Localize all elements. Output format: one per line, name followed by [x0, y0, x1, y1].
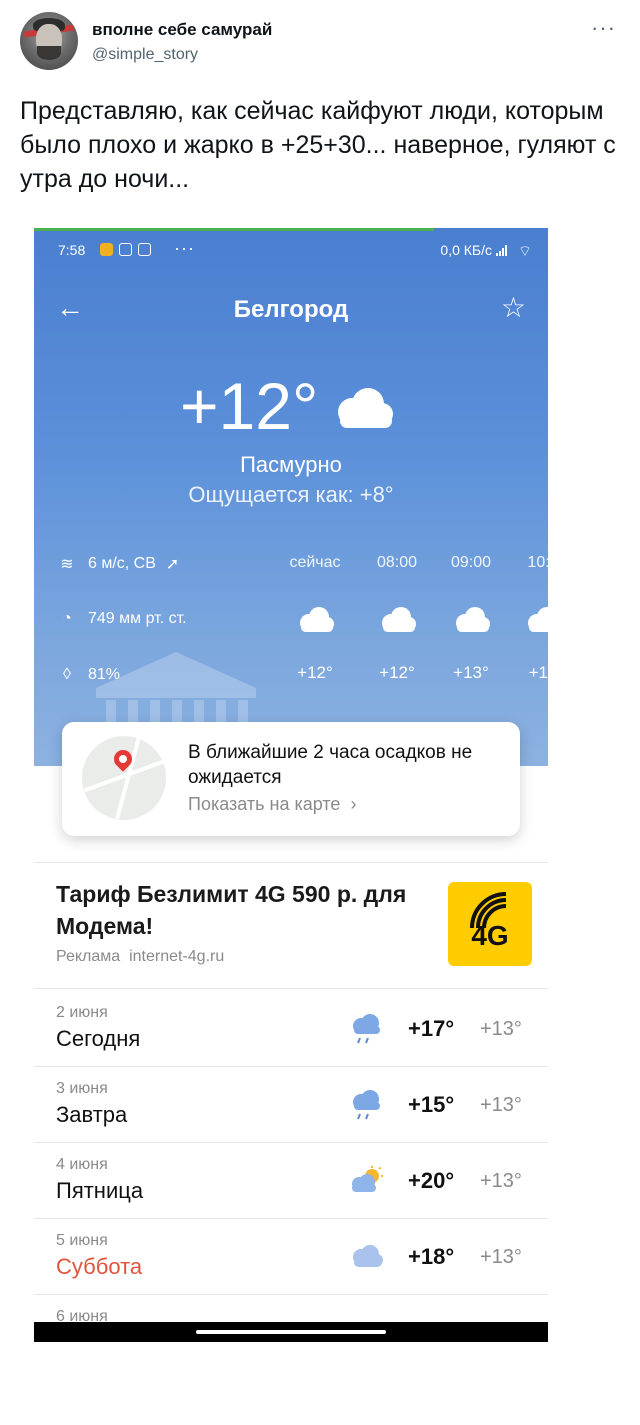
sun-cloud-icon — [352, 1166, 383, 1192]
forecast-date: 5 июня — [56, 1232, 108, 1249]
show-on-map-link[interactable]: Показать на карте › — [188, 794, 356, 815]
pressure-stat: ◔ 749 мм рт. ст. — [56, 610, 187, 628]
forecast-max: +15° — [408, 1092, 455, 1117]
feels-like: Ощущается как: +8° — [188, 482, 394, 507]
forecast-row[interactable]: 3 июня Завтра +15° +13° — [34, 1066, 548, 1142]
favorite-star-icon[interactable]: ☆ — [501, 292, 526, 324]
precipitation-text: В ближайшие 2 часа осадков не ожидается — [188, 742, 473, 788]
cloud-icon — [338, 388, 393, 428]
wifi-icon: ⌔ — [517, 243, 532, 260]
forecast-max: +17° — [408, 1016, 455, 1041]
hour-temp: +14 — [528, 663, 548, 682]
forecast-date: 2 июня — [56, 1004, 108, 1021]
cloud-icon — [382, 607, 416, 632]
precipitation-card[interactable]: В ближайшие 2 часа осадков не ожидается … — [62, 722, 520, 836]
home-indicator[interactable] — [196, 1330, 386, 1334]
rain-cloud-icon — [353, 1014, 380, 1044]
forecast-min: +13° — [480, 1018, 522, 1040]
forecast-day: Пятница — [56, 1178, 144, 1203]
forecast-day: Сегодня — [56, 1026, 141, 1051]
wind-stat: ≋ 6 м/с, СВ ➚ — [56, 554, 179, 574]
wind-direction-icon: ➚ — [165, 556, 180, 573]
more-notifications-icon: ··· — [174, 238, 195, 258]
forecast-min: +13° — [480, 1170, 522, 1192]
notification-icon — [138, 243, 151, 256]
forecast-min: +13° — [480, 1246, 522, 1268]
app-bar: ← Белгород ☆ — [34, 290, 548, 332]
weather-condition: Пасмурно — [240, 452, 342, 477]
ad-domain: internet-4g.ru — [129, 948, 225, 965]
status-time: 7:58 — [58, 242, 86, 258]
ad-label: Реклама — [56, 948, 121, 965]
hour-temp: +12° — [297, 663, 333, 682]
tweet-text: Представляю, как сейчас кайфуют люди, ко… — [20, 97, 616, 193]
divider — [34, 988, 548, 989]
forecast-row[interactable]: 4 июня Пятница +20° +13° — [34, 1142, 548, 1218]
forecast-min: +13° — [480, 1094, 522, 1116]
cloud-icon — [528, 607, 548, 632]
forecast-row[interactable]: 5 июня Суббота +18° +13° — [34, 1218, 548, 1294]
ad-logo[interactable]: 4G — [448, 882, 532, 966]
ad-logo-text: 4G — [471, 920, 509, 951]
notification-icons — [100, 243, 151, 256]
author-name[interactable]: вполне себе самурай — [92, 20, 272, 40]
notification-icon — [100, 243, 113, 256]
weather-header-panel: 7:58 ··· 0,0 КБ/с ⌔ ← Белгород ☆ +12° Па… — [34, 228, 548, 768]
ad-meta: Реклама internet-4g.ru — [56, 948, 224, 966]
cloud-icon — [300, 607, 334, 632]
forecast-day: Суббота — [56, 1254, 143, 1279]
forecast-date: 3 июня — [56, 1080, 108, 1097]
hour-temp: +13° — [453, 663, 489, 682]
wind-value: 6 м/с, СВ — [88, 555, 156, 572]
forecast-row[interactable]: 2 июня Сегодня +17° +13° — [34, 990, 548, 1066]
loading-bar — [34, 228, 434, 231]
hour-time: 09:00 — [450, 554, 492, 571]
hour-time: 10:0 — [527, 554, 548, 571]
show-on-map-label: Показать на карте — [188, 794, 341, 814]
hourly-item: 09:00 +13° — [438, 554, 504, 683]
forecast-day: Завтра — [56, 1102, 128, 1127]
more-options-icon[interactable]: ··· — [591, 17, 616, 39]
signal-icon — [496, 244, 510, 256]
map-thumbnail[interactable] — [82, 736, 166, 820]
pressure-value: 749 мм рт. ст. — [88, 610, 187, 627]
navigation-bar — [34, 1322, 548, 1342]
notification-icon — [119, 243, 132, 256]
author-handle[interactable]: @simple_story — [92, 46, 198, 64]
wind-icon: ≋ — [60, 556, 74, 573]
hour-time: сейчас — [289, 554, 341, 571]
hour-time: 08:00 — [376, 554, 418, 571]
forecast-max: +18° — [408, 1244, 455, 1269]
tweet-header: вполне себе самурай @simple_story ··· — [20, 12, 620, 76]
divider — [34, 862, 548, 863]
chevron-right-icon: › — [345, 794, 357, 814]
hour-temp: +12° — [379, 663, 415, 682]
current-temperature: +12° — [180, 369, 319, 443]
status-bar: 7:58 ··· 0,0 КБ/с ⌔ — [34, 238, 548, 264]
rain-cloud-icon — [353, 1090, 380, 1120]
network-speed: 0,0 КБ/с — [440, 242, 492, 258]
forecast-date: 4 июня — [56, 1156, 108, 1173]
cloud-icon — [456, 607, 490, 632]
hourly-item: 10:0 +14 — [510, 554, 548, 683]
hourly-item: 08:00 +12° — [364, 554, 430, 683]
avatar[interactable] — [20, 12, 78, 70]
hourly-forecast[interactable]: сейчас +12° 08:00 +12° 09:00 +13° 10:0 +… — [282, 554, 548, 694]
weather-screenshot[interactable]: 7:58 ··· 0,0 КБ/с ⌔ ← Белгород ☆ +12° Па… — [34, 228, 548, 1342]
pressure-gauge-icon: ◔ — [62, 610, 72, 627]
droplet-icon: ◊ — [63, 666, 71, 683]
ad-title[interactable]: Тариф Безлимит 4G 590 р. для Модема! — [56, 878, 416, 942]
hourly-item: сейчас +12° — [282, 554, 348, 683]
forecast-max: +20° — [408, 1168, 455, 1193]
cloud-icon — [353, 1245, 383, 1267]
city-title: Белгород — [233, 296, 349, 323]
